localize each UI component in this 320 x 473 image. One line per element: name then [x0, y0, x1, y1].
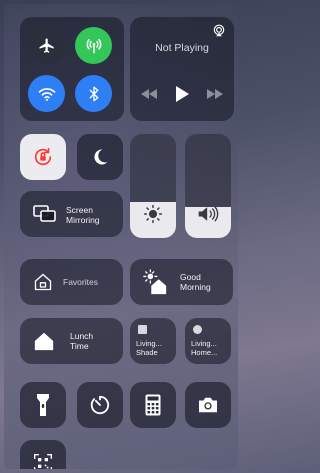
- screen-mirroring-label-2: Mirroring: [66, 215, 100, 225]
- wifi-button[interactable]: [28, 75, 65, 112]
- good-morning-label-2: Morning: [180, 282, 211, 292]
- now-playing-title: Not Playing: [155, 42, 209, 54]
- flashlight-icon: [37, 394, 49, 416]
- bluetooth-icon: [89, 86, 98, 101]
- homepod-icon: [193, 325, 202, 334]
- calculator-button[interactable]: [130, 382, 176, 428]
- living-shade-label-2: Shade: [136, 348, 158, 357]
- living-home-accessory-button[interactable]: Living... Home...: [185, 318, 231, 364]
- control-center: Not Playing Screen Mirroring Favorites G…: [4, 4, 238, 469]
- home-filled-icon: [34, 332, 54, 351]
- airplane-mode-button[interactable]: [28, 27, 65, 64]
- living-home-label-1: Living...: [191, 339, 217, 348]
- airplane-icon: [39, 38, 54, 53]
- fast-forward-icon: [207, 89, 223, 99]
- shade-icon: [138, 325, 147, 334]
- brightness-icon: [143, 204, 163, 224]
- rotation-lock-icon: [34, 147, 52, 166]
- good-morning-label-1: Good: [180, 272, 201, 282]
- living-shade-label-1: Living...: [136, 339, 162, 348]
- rewind-button[interactable]: [140, 87, 158, 101]
- timer-button[interactable]: [77, 382, 123, 428]
- favorites-label: Favorites: [63, 277, 98, 287]
- rewind-icon: [141, 89, 157, 99]
- screen-mirroring-button[interactable]: Screen Mirroring: [20, 191, 123, 237]
- flashlight-button[interactable]: [20, 382, 66, 428]
- sunrise-home-icon: [143, 269, 167, 295]
- lunch-time-label-2: Time: [70, 341, 89, 351]
- now-playing-tile[interactable]: Not Playing: [130, 17, 234, 121]
- cellular-icon: [86, 38, 101, 53]
- cellular-data-button[interactable]: [75, 27, 112, 64]
- camera-icon: [199, 397, 217, 413]
- bluetooth-button[interactable]: [75, 75, 112, 112]
- fast-forward-button[interactable]: [206, 87, 224, 101]
- play-button[interactable]: [173, 85, 191, 103]
- qr-code-icon: [34, 454, 52, 469]
- moon-icon: [94, 149, 108, 165]
- home-icon: [34, 273, 52, 291]
- calculator-icon: [145, 394, 161, 416]
- qr-code-scanner-button[interactable]: [20, 440, 66, 469]
- screen-mirroring-icon: [33, 205, 56, 222]
- good-morning-scene-button[interactable]: Good Morning: [130, 259, 233, 305]
- lunch-time-scene-button[interactable]: Lunch Time: [20, 318, 123, 364]
- living-shade-accessory-button[interactable]: Living... Shade: [130, 318, 176, 364]
- volume-slider[interactable]: [185, 134, 231, 238]
- lunch-time-label-1: Lunch: [70, 331, 94, 341]
- timer-icon: [90, 395, 110, 415]
- do-not-disturb-button[interactable]: [77, 134, 123, 180]
- favorites-button[interactable]: Favorites: [20, 259, 123, 305]
- wifi-icon: [38, 87, 55, 101]
- airplay-icon[interactable]: [212, 24, 226, 38]
- connectivity-tile: [20, 17, 124, 121]
- living-home-label-2: Home...: [191, 348, 218, 357]
- volume-icon: [198, 206, 219, 222]
- brightness-slider[interactable]: [130, 134, 176, 238]
- camera-button[interactable]: [185, 382, 231, 428]
- rotation-lock-button[interactable]: [20, 134, 66, 180]
- play-icon: [176, 86, 189, 102]
- screen-mirroring-label-1: Screen: [66, 205, 93, 215]
